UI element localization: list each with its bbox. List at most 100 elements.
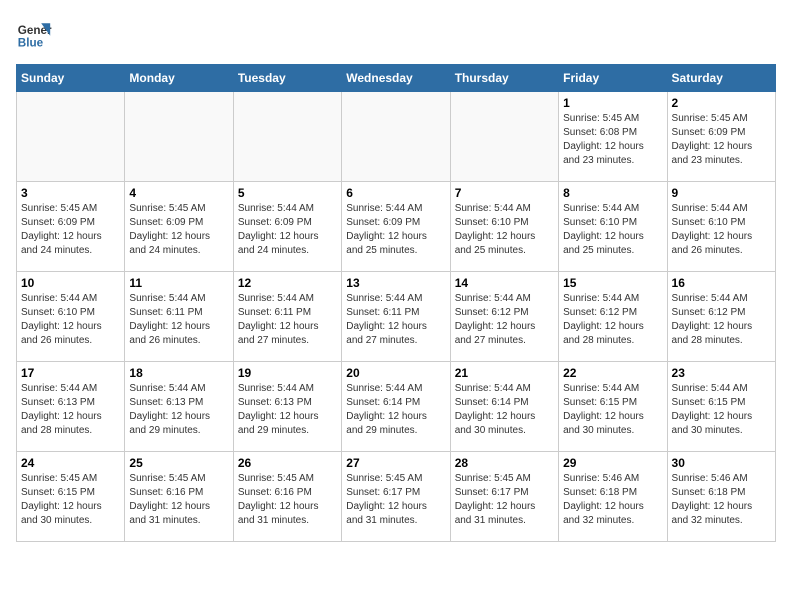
svg-text:Blue: Blue — [18, 37, 44, 50]
day-detail: Sunrise: 5:45 AM Sunset: 6:15 PM Dayligh… — [21, 472, 120, 528]
calendar-day-cell: 12Sunrise: 5:44 AM Sunset: 6:11 PM Dayli… — [233, 272, 341, 362]
calendar-day-cell: 17 Sunrise: 5:44 AM Sunset: 6:13 PM Dayli… — [17, 362, 125, 452]
day-number: 19 — [238, 366, 337, 380]
day-number: 1 — [563, 96, 662, 110]
calendar-day-cell: 20 Sunrise: 5:44 AM Sunset: 6:14 PM Dayli… — [342, 362, 450, 452]
day-detail: Sunrise: 5:44 AM Sunset: 6:11 PM Dayligh… — [346, 292, 445, 348]
day-number: 22 — [563, 366, 662, 380]
day-number: 11 — [129, 276, 228, 290]
day-number: 2 — [672, 96, 771, 110]
calendar-day-cell: 11 Sunrise: 5:44 AM Sunset: 6:11 PM Dayli… — [125, 272, 233, 362]
day-number: 17 — [21, 366, 120, 380]
day-detail: Sunrise: 5:45 AM Sunset: 6:16 PM Dayligh… — [129, 472, 228, 528]
calendar-day-cell: 6 Sunrise: 5:44 AM Sunset: 6:09 PM Daylig… — [342, 182, 450, 272]
day-number: 9 — [672, 186, 771, 200]
day-of-week-header: Thursday — [450, 65, 558, 92]
day-of-week-header: Saturday — [667, 65, 775, 92]
day-number: 21 — [455, 366, 554, 380]
day-detail: Sunrise: 5:44 AM Sunset: 6:13 PM Dayligh… — [21, 382, 120, 438]
day-number: 6 — [346, 186, 445, 200]
calendar-day-cell: 29 Sunrise: 5:46 AM Sunset: 6:18 PM Dayli… — [559, 452, 667, 542]
day-number: 16 — [672, 276, 771, 290]
day-detail: Sunrise: 5:44 AM Sunset: 6:09 PM Dayligh… — [238, 202, 337, 258]
day-number: 4 — [129, 186, 228, 200]
calendar-day-cell: 28 Sunrise: 5:45 AM Sunset: 6:17 PM Dayli… — [450, 452, 558, 542]
calendar-day-cell: 4 Sunrise: 5:45 AM Sunset: 6:09 PM Daylig… — [125, 182, 233, 272]
day-of-week-header: Friday — [559, 65, 667, 92]
calendar-day-cell — [450, 92, 558, 182]
day-detail: Sunrise: 5:44 AM Sunset: 6:12 PM Dayligh… — [455, 292, 554, 348]
calendar-week-row: 1Sunrise: 5:45 AM Sunset: 6:08 PM Daylig… — [17, 92, 776, 182]
calendar-day-cell: 26 Sunrise: 5:45 AM Sunset: 6:16 PM Dayli… — [233, 452, 341, 542]
day-number: 15 — [563, 276, 662, 290]
day-number: 7 — [455, 186, 554, 200]
day-number: 12 — [238, 276, 337, 290]
day-detail: Sunrise: 5:44 AM Sunset: 6:10 PM Dayligh… — [21, 292, 120, 348]
calendar-day-cell: 18 Sunrise: 5:44 AM Sunset: 6:13 PM Dayli… — [125, 362, 233, 452]
logo-icon: General Blue — [16, 16, 52, 52]
day-number: 14 — [455, 276, 554, 290]
day-detail: Sunrise: 5:45 AM Sunset: 6:16 PM Dayligh… — [238, 472, 337, 528]
day-number: 29 — [563, 456, 662, 470]
day-number: 26 — [238, 456, 337, 470]
day-number: 23 — [672, 366, 771, 380]
calendar-day-cell: 25 Sunrise: 5:45 AM Sunset: 6:16 PM Dayli… — [125, 452, 233, 542]
day-number: 10 — [21, 276, 120, 290]
calendar-header-row: SundayMondayTuesdayWednesdayThursdayFrid… — [17, 65, 776, 92]
logo: General Blue — [16, 16, 52, 52]
day-detail: Sunrise: 5:46 AM Sunset: 6:18 PM Dayligh… — [563, 472, 662, 528]
calendar-day-cell: 3Sunrise: 5:45 AM Sunset: 6:09 PM Daylig… — [17, 182, 125, 272]
calendar-day-cell: 30 Sunrise: 5:46 AM Sunset: 6:18 PM Dayli… — [667, 452, 775, 542]
day-detail: Sunrise: 5:44 AM Sunset: 6:13 PM Dayligh… — [238, 382, 337, 438]
day-number: 20 — [346, 366, 445, 380]
calendar-week-row: 3Sunrise: 5:45 AM Sunset: 6:09 PM Daylig… — [17, 182, 776, 272]
calendar-table: SundayMondayTuesdayWednesdayThursdayFrid… — [16, 64, 776, 542]
calendar-day-cell — [342, 92, 450, 182]
calendar-day-cell: 23 Sunrise: 5:44 AM Sunset: 6:15 PM Dayli… — [667, 362, 775, 452]
day-number: 24 — [21, 456, 120, 470]
day-of-week-header: Sunday — [17, 65, 125, 92]
calendar-day-cell — [125, 92, 233, 182]
day-number: 25 — [129, 456, 228, 470]
calendar-week-row: 17 Sunrise: 5:44 AM Sunset: 6:13 PM Dayli… — [17, 362, 776, 452]
calendar-day-cell: 19 Sunrise: 5:44 AM Sunset: 6:13 PM Dayli… — [233, 362, 341, 452]
day-detail: Sunrise: 5:44 AM Sunset: 6:13 PM Dayligh… — [129, 382, 228, 438]
day-number: 28 — [455, 456, 554, 470]
day-detail: Sunrise: 5:44 AM Sunset: 6:10 PM Dayligh… — [672, 202, 771, 258]
calendar-day-cell: 24 Sunrise: 5:45 AM Sunset: 6:15 PM Dayli… — [17, 452, 125, 542]
calendar-day-cell — [233, 92, 341, 182]
day-detail: Sunrise: 5:44 AM Sunset: 6:11 PM Dayligh… — [129, 292, 228, 348]
day-detail: Sunrise: 5:45 AM Sunset: 6:09 PM Dayligh… — [21, 202, 120, 258]
calendar-day-cell: 9 Sunrise: 5:44 AM Sunset: 6:10 PM Daylig… — [667, 182, 775, 272]
calendar-day-cell: 10 Sunrise: 5:44 AM Sunset: 6:10 PM Dayli… — [17, 272, 125, 362]
calendar-day-cell: 2 Sunrise: 5:45 AM Sunset: 6:09 PM Daylig… — [667, 92, 775, 182]
day-number: 18 — [129, 366, 228, 380]
day-detail: Sunrise: 5:45 AM Sunset: 6:17 PM Dayligh… — [346, 472, 445, 528]
day-of-week-header: Monday — [125, 65, 233, 92]
day-number: 30 — [672, 456, 771, 470]
day-detail: Sunrise: 5:44 AM Sunset: 6:09 PM Dayligh… — [346, 202, 445, 258]
calendar-day-cell: 5Sunrise: 5:44 AM Sunset: 6:09 PM Daylig… — [233, 182, 341, 272]
day-detail: Sunrise: 5:44 AM Sunset: 6:12 PM Dayligh… — [672, 292, 771, 348]
calendar-week-row: 24 Sunrise: 5:45 AM Sunset: 6:15 PM Dayli… — [17, 452, 776, 542]
day-number: 13 — [346, 276, 445, 290]
day-detail: Sunrise: 5:45 AM Sunset: 6:09 PM Dayligh… — [129, 202, 228, 258]
calendar-day-cell: 13 Sunrise: 5:44 AM Sunset: 6:11 PM Dayli… — [342, 272, 450, 362]
day-detail: Sunrise: 5:44 AM Sunset: 6:15 PM Dayligh… — [672, 382, 771, 438]
calendar-day-cell: 14 Sunrise: 5:44 AM Sunset: 6:12 PM Dayli… — [450, 272, 558, 362]
day-detail: Sunrise: 5:44 AM Sunset: 6:14 PM Dayligh… — [455, 382, 554, 438]
calendar-day-cell: 1Sunrise: 5:45 AM Sunset: 6:08 PM Daylig… — [559, 92, 667, 182]
calendar-day-cell: 21 Sunrise: 5:44 AM Sunset: 6:14 PM Dayli… — [450, 362, 558, 452]
calendar-day-cell: 16 Sunrise: 5:44 AM Sunset: 6:12 PM Dayli… — [667, 272, 775, 362]
day-detail: Sunrise: 5:45 AM Sunset: 6:17 PM Dayligh… — [455, 472, 554, 528]
day-detail: Sunrise: 5:46 AM Sunset: 6:18 PM Dayligh… — [672, 472, 771, 528]
day-number: 27 — [346, 456, 445, 470]
day-detail: Sunrise: 5:44 AM Sunset: 6:15 PM Dayligh… — [563, 382, 662, 438]
day-of-week-header: Wednesday — [342, 65, 450, 92]
day-detail: Sunrise: 5:44 AM Sunset: 6:14 PM Dayligh… — [346, 382, 445, 438]
day-detail: Sunrise: 5:44 AM Sunset: 6:10 PM Dayligh… — [455, 202, 554, 258]
header: General Blue — [16, 16, 776, 52]
day-detail: Sunrise: 5:45 AM Sunset: 6:09 PM Dayligh… — [672, 112, 771, 168]
calendar-day-cell — [17, 92, 125, 182]
day-detail: Sunrise: 5:44 AM Sunset: 6:10 PM Dayligh… — [563, 202, 662, 258]
